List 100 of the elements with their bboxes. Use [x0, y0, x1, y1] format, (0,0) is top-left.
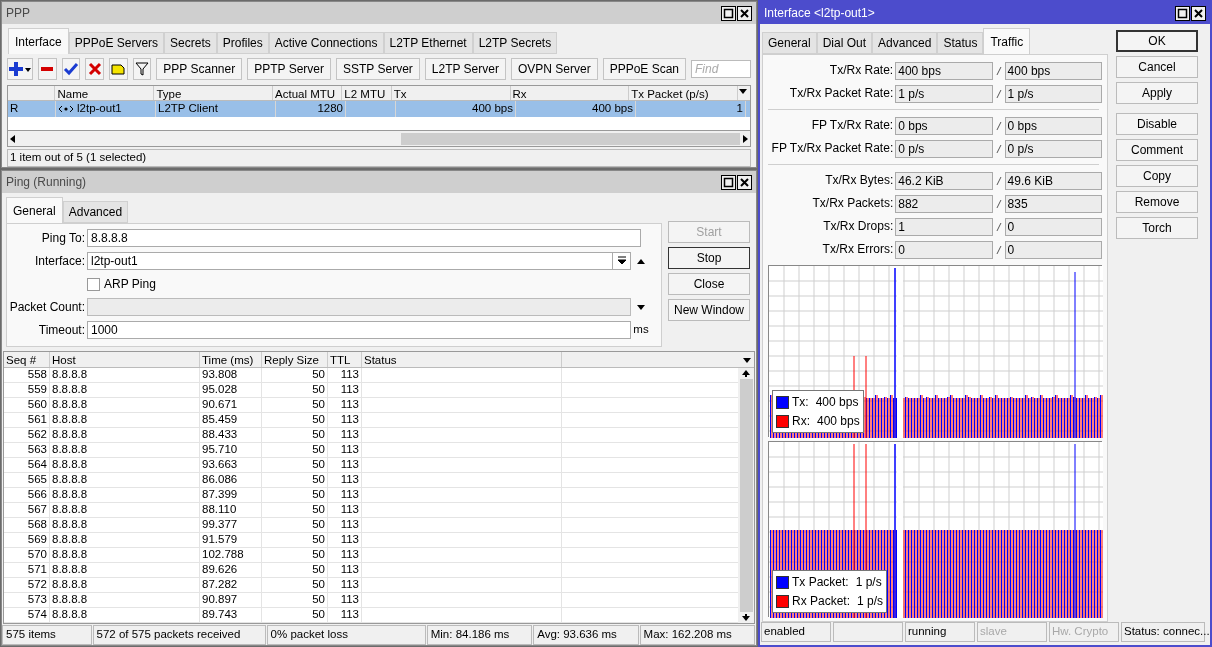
dropdown-field[interactable]: l2tp-out1 [87, 252, 631, 270]
table-cell-text: 90.897 [202, 592, 238, 608]
field-label: Tx/Rx Errors: [822, 242, 894, 257]
filter-icon [134, 61, 150, 77]
column-header[interactable]: Host [50, 352, 200, 367]
tab[interactable]: Dial Out [816, 32, 873, 54]
unit-label: ms [633, 323, 649, 336]
table-cell-text: 93.663 [202, 457, 238, 473]
table-cell-text: 50 [312, 412, 325, 428]
column-menu-icon[interactable] [738, 86, 748, 96]
slash-icon [993, 198, 1004, 209]
tab[interactable]: Advanced [62, 201, 129, 223]
tab[interactable]: General [762, 32, 817, 54]
field-label: Interface: [34, 253, 85, 268]
button[interactable]: Disable [1116, 113, 1198, 135]
button[interactable]: Stop [668, 247, 750, 269]
tab[interactable]: Secrets [164, 32, 217, 54]
remove-button[interactable] [38, 58, 57, 80]
table-cell-text: 566 [27, 487, 47, 503]
button[interactable]: Comment [1116, 139, 1198, 161]
slash-icon [993, 120, 1004, 131]
filter-button[interactable] [132, 58, 152, 80]
text-field[interactable]: 1000 [87, 321, 631, 339]
slash-icon [993, 175, 1004, 186]
toolbar-button[interactable]: SSTP Server [336, 58, 420, 80]
toolbar-button[interactable]: PPP Scanner [156, 58, 243, 80]
table-cell-text: 50 [312, 487, 325, 503]
column-header[interactable]: Status [362, 352, 562, 367]
button[interactable]: Torch [1116, 217, 1198, 239]
close-icon[interactable] [737, 174, 752, 190]
tab[interactable]: Traffic [983, 28, 1031, 54]
table-cell-text: 113 [340, 607, 359, 623]
column-header[interactable]: Rx [510, 86, 630, 100]
read-only-field: 835 [1004, 194, 1102, 213]
tab[interactable]: L2TP Ethernet [383, 32, 473, 54]
tab[interactable]: Advanced [872, 32, 938, 54]
scroll-up-icon[interactable] [741, 368, 751, 378]
button[interactable]: Cancel [1116, 56, 1198, 78]
column-header[interactable]: Seq # [4, 352, 50, 367]
column-header[interactable]: Type [154, 86, 274, 100]
text-field[interactable]: 8.8.8.8 [87, 229, 641, 247]
column-header[interactable]: Tx [391, 86, 511, 100]
enable-button[interactable] [61, 58, 81, 80]
read-only-field: 0 bps [1004, 116, 1102, 135]
cross-icon [86, 61, 103, 77]
table-cell-text: 565 [27, 472, 47, 488]
table-cell-text: 113 [340, 502, 359, 518]
scrollbar-thumb[interactable] [739, 379, 753, 612]
expand-icon[interactable] [636, 302, 646, 312]
column-header[interactable]: Name [55, 86, 155, 100]
table-cell-text: 400 bps [592, 101, 633, 117]
disable-button[interactable] [85, 58, 104, 80]
button[interactable]: Copy [1116, 165, 1198, 187]
close-icon[interactable] [1191, 5, 1206, 21]
scroll-left-icon[interactable] [8, 133, 18, 144]
button[interactable]: Close [668, 273, 750, 295]
button[interactable]: OK [1116, 30, 1198, 52]
column-header[interactable]: Time (ms) [200, 352, 262, 367]
scrollbar-thumb[interactable] [400, 132, 740, 145]
toolbar-button[interactable]: PPPoE Scan [602, 58, 687, 80]
maximize-icon[interactable] [1175, 5, 1190, 21]
comment-button[interactable] [109, 58, 128, 80]
scroll-down-icon[interactable] [741, 613, 751, 623]
dropdown-icon[interactable] [616, 256, 627, 266]
tab[interactable]: Status [937, 32, 984, 54]
toolbar-button[interactable]: OVPN Server [510, 58, 598, 80]
tab[interactable]: PPPoE Servers [68, 32, 165, 54]
slash-icon [993, 88, 1004, 99]
add-button[interactable] [7, 58, 33, 80]
table-cell-text: 8.8.8.8 [52, 397, 88, 413]
tab[interactable]: General [6, 197, 63, 223]
tab[interactable]: Profiles [216, 32, 269, 54]
table-cell-text: 85.459 [202, 412, 238, 428]
close-icon[interactable] [737, 5, 752, 21]
table-cell-text: 113 [340, 592, 359, 608]
search-field[interactable]: Find [691, 60, 752, 78]
button[interactable]: Apply [1116, 82, 1198, 104]
column-header[interactable]: Reply Size [262, 352, 328, 367]
toolbar-button[interactable]: PPTP Server [247, 58, 331, 80]
column-header[interactable]: Tx Packet (p/s) [629, 86, 738, 100]
checkbox[interactable]: ARP Ping [87, 275, 156, 293]
table-cell-text: 8.8.8.8 [52, 562, 88, 578]
field-label: FP Tx/Rx Packet Rate: [771, 141, 894, 156]
toolbar-button[interactable]: L2TP Server [424, 58, 506, 80]
maximize-icon[interactable] [721, 5, 736, 21]
table-cell-text: 50 [312, 577, 325, 593]
column-header[interactable]: Actual MTU [273, 86, 343, 100]
tab[interactable]: L2TP Secrets [472, 32, 558, 54]
table-cell-text: 562 [27, 427, 47, 443]
table-cell-text: 99.377 [202, 517, 238, 533]
button[interactable]: New Window [668, 299, 750, 321]
button[interactable]: Remove [1116, 191, 1198, 213]
table-cell-text: 572 [27, 577, 47, 593]
maximize-icon[interactable] [721, 174, 736, 190]
tab[interactable]: Active Connections [268, 32, 384, 54]
column-header[interactable]: L2 MTU [342, 86, 392, 100]
column-header[interactable]: TTL [328, 352, 362, 367]
table-row[interactable]: R l2tp-out1 L2TP Client 1280 400 bps 400 bps 1 [8, 101, 750, 117]
tab[interactable]: Interface [8, 28, 69, 54]
table-cell-text: 50 [312, 502, 325, 518]
